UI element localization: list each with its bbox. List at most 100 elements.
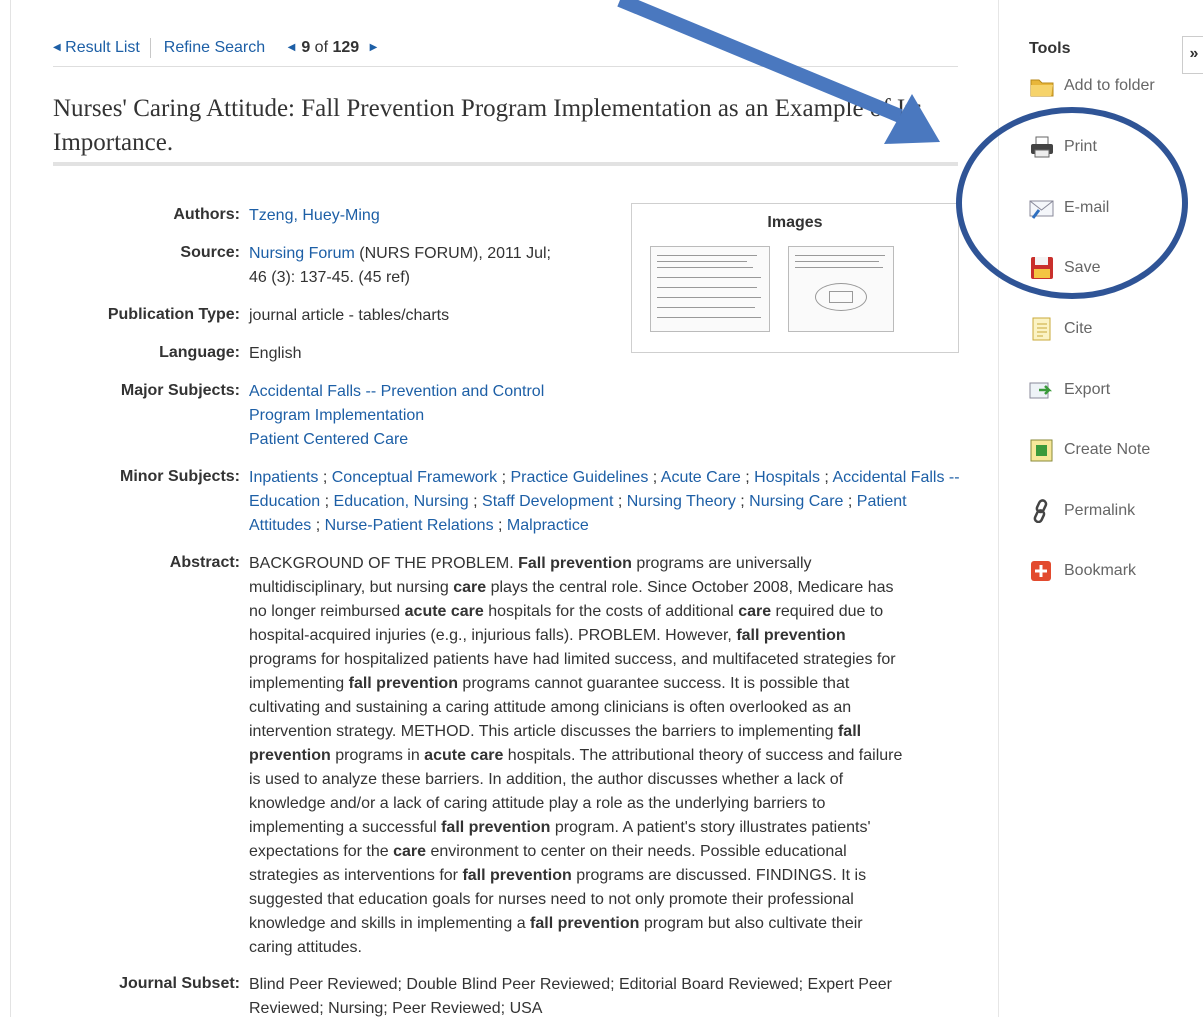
search-term-highlight: fall	[837, 723, 862, 740]
title-underline	[53, 162, 958, 166]
abstract-fragment: plays the central role. Since October 20…	[486, 579, 894, 596]
cite-tool[interactable]: Cite	[1029, 315, 1092, 343]
minor-subject-link[interactable]: Staff Development	[482, 493, 613, 510]
publication-type-value: journal article - tables/charts	[249, 307, 450, 324]
search-term-highlight: care	[738, 603, 772, 620]
abstract-line: intervention strategy. METHOD. This arti…	[249, 720, 961, 744]
search-term-highlight: acute care	[404, 603, 484, 620]
envelope-icon	[1029, 196, 1055, 220]
search-term-highlight: fall prevention	[462, 867, 572, 884]
plus-bookmark-icon	[1029, 559, 1055, 583]
minor-subject-link[interactable]: Nursing Theory	[627, 493, 736, 510]
sidebar-divider	[998, 0, 999, 1017]
nav-divider	[150, 38, 152, 58]
search-term-highlight: fall prevention	[348, 675, 458, 692]
abstract-line: implementing a successful fall preventio…	[249, 816, 961, 840]
minor-subject-link[interactable]: Acute Care	[661, 469, 741, 486]
permalink-tool[interactable]: Permalink	[1029, 497, 1135, 525]
floppy-disk-icon	[1029, 256, 1055, 280]
language-label: Language:	[159, 344, 240, 361]
major-subject-link[interactable]: Patient Centered Care	[249, 431, 408, 448]
export-icon	[1029, 378, 1055, 402]
abstract-line: is used to analyze these barriers. In ad…	[249, 768, 961, 792]
images-heading: Images	[767, 214, 823, 231]
abstract-line: prevention programs in acute care hospit…	[249, 744, 961, 768]
journal-subset-label: Journal Subset:	[119, 975, 240, 992]
search-term-highlight: prevention	[249, 747, 331, 764]
abstract-line: hospital-acquired injuries (e.g., injuri…	[249, 624, 961, 648]
abstract-fragment: caring attitudes.	[249, 939, 362, 956]
abstract-line: knowledge and/or a lack of caring attitu…	[249, 792, 961, 816]
record-counter: ◀ 9 of 129 ▶	[287, 39, 378, 57]
abstract-fragment: suggested that education goals for nurse…	[249, 891, 854, 908]
create-note-tool[interactable]: Create Note	[1029, 436, 1150, 464]
abstract-fragment: multidisciplinary, but nursing	[249, 579, 454, 596]
search-term-highlight: fall prevention	[736, 627, 846, 644]
abstract-fragment: program. A patient's story illustrates p…	[550, 819, 871, 836]
minor-subject-link[interactable]: Hospitals	[754, 469, 820, 486]
abstract-fragment: hospital-acquired injuries (e.g., injuri…	[249, 627, 737, 644]
minor-subject-link[interactable]: Practice Guidelines	[510, 469, 648, 486]
refine-search-link[interactable]: Refine Search	[164, 39, 265, 56]
previous-record-icon[interactable]: ◀	[288, 42, 296, 53]
email-tool[interactable]: E-mail	[1029, 194, 1109, 222]
abstract-line: programs for hospitalized patients have …	[249, 648, 961, 672]
search-term-highlight: acute care	[424, 747, 504, 764]
minor-subject-link[interactable]: Nursing Care	[749, 493, 843, 510]
image-thumbnail-table[interactable]	[650, 246, 770, 332]
minor-subject-link[interactable]: Malpractice	[507, 517, 589, 534]
minor-subject-link[interactable]: Education, Nursing	[334, 493, 469, 510]
authors-label: Authors:	[173, 206, 240, 223]
bookmark-tool[interactable]: Bookmark	[1029, 557, 1136, 585]
image-thumbnail-chart[interactable]	[788, 246, 894, 332]
abstract-fragment: programs in	[330, 747, 425, 764]
result-list-link[interactable]: Result List	[65, 39, 140, 56]
search-term-highlight: fall prevention	[441, 819, 551, 836]
abstract-line: expectations for the care environment to…	[249, 840, 961, 864]
abstract-fragment: implementing a successful	[249, 819, 442, 836]
print-tool[interactable]: Print	[1029, 133, 1097, 161]
next-record-icon[interactable]: ▶	[370, 42, 378, 53]
abstract-line: strategies as interventions for fall pre…	[249, 864, 961, 888]
abstract-fragment: programs are discussed. FINDINGS. It is	[571, 867, 867, 884]
minor-subject-link[interactable]: Conceptual Framework	[332, 469, 497, 486]
left-border	[10, 0, 11, 1017]
search-term-highlight: care	[393, 843, 427, 860]
minor-subject-link[interactable]: Inpatients	[249, 469, 318, 486]
major-subject-link[interactable]: Program Implementation	[249, 407, 424, 424]
author-link[interactable]: Tzeng, Huey-Ming	[249, 207, 380, 224]
abstract-line: suggested that education goals for nurse…	[249, 888, 961, 912]
abstract-fragment: hospitals for the costs of additional	[483, 603, 739, 620]
abstract-line: no longer reimbursed acute care hospital…	[249, 600, 961, 624]
publication-type-label: Publication Type:	[107, 306, 240, 323]
source-link[interactable]: Nursing Forum	[249, 245, 355, 262]
major-subjects-label: Major Subjects:	[120, 382, 240, 399]
language-value: English	[249, 345, 302, 362]
article-title: Nurses' Caring Attitude: Fall Prevention…	[53, 95, 922, 156]
abstract-line: BACKGROUND OF THE PROBLEM. Fall preventi…	[249, 552, 961, 576]
record-navigation: ◀ Result List Refine Search ◀ 9 of 129 ▶	[53, 38, 377, 58]
save-tool[interactable]: Save	[1029, 254, 1100, 282]
minor-subject-link[interactable]: Nurse-Patient Relations	[325, 517, 494, 534]
abstract-fragment: programs cannot guarantee success. It is…	[457, 675, 850, 692]
add-to-folder-tool[interactable]: Add to folder	[1029, 72, 1155, 100]
abstract-fragment: required due to	[771, 603, 884, 620]
major-subjects-value: Accidental Falls -- Prevention and Contr…	[249, 380, 544, 452]
abstract-line: cultivating and sustaining a caring atti…	[249, 696, 961, 720]
major-subject-link[interactable]: Accidental Falls -- Prevention and Contr…	[249, 383, 544, 400]
abstract-fragment: BACKGROUND OF THE PROBLEM.	[249, 555, 519, 572]
tools-heading: Tools	[1029, 40, 1071, 57]
search-term-highlight: care	[453, 579, 487, 596]
source-label: Source:	[180, 244, 240, 261]
export-tool[interactable]: Export	[1029, 376, 1110, 404]
cite-document-icon	[1029, 317, 1055, 341]
images-panel: Images	[631, 203, 959, 353]
abstract-fragment: strategies as interventions for	[249, 867, 463, 884]
abstract-fragment: cultivating and sustaining a caring atti…	[249, 699, 852, 716]
authors-value: Tzeng, Huey-Ming	[249, 204, 380, 228]
abstract-fragment: intervention strategy. METHOD. This arti…	[249, 723, 838, 740]
abstract-line: knowledge and skills in implementing a f…	[249, 912, 961, 936]
folder-icon	[1029, 74, 1055, 98]
collapse-sidebar-button[interactable]: »	[1182, 36, 1203, 74]
abstract-fragment: is used to analyze these barriers. In ad…	[249, 771, 844, 788]
